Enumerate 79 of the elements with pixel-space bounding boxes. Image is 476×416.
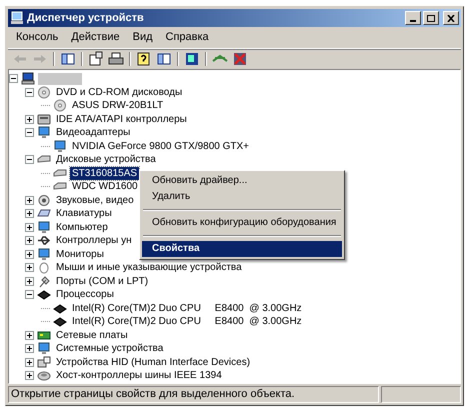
menu-option[interactable]: Обновить драйвер...	[142, 173, 342, 189]
expand-icon[interactable]	[25, 330, 34, 340]
expand-icon[interactable]	[25, 276, 34, 286]
disc-icon	[37, 86, 51, 99]
tree-item[interactable]: Intel(R) Core(TM)2 Duo CPU E8400 @ 3.00GHz	[70, 315, 304, 328]
tree-item[interactable]: Видеоадаптеры	[54, 126, 132, 140]
help-icon[interactable]	[136, 50, 152, 66]
collapse-icon[interactable]	[25, 88, 34, 97]
hid-icon	[37, 356, 51, 369]
menu-option[interactable]: Свойства	[142, 241, 342, 257]
tree-item[interactable]: Intel(R) Core(TM)2 Duo CPU E8400 @ 3.00GHz	[70, 302, 304, 315]
network-card-icon	[37, 328, 51, 342]
tree-item[interactable]: Мониторы	[54, 248, 106, 261]
monitor-icon	[37, 248, 51, 261]
pane-icon[interactable]	[60, 50, 76, 66]
chip-icon	[37, 288, 51, 302]
expand-icon[interactable]	[25, 236, 34, 246]
tree-item[interactable]: WDC WD1600	[70, 180, 140, 194]
properties-icon[interactable]	[88, 50, 104, 66]
tree-item[interactable]: Звуковые, видео	[54, 194, 136, 207]
tree-item[interactable]: Порты (COM и LPT)	[54, 274, 150, 288]
tree-item[interactable]: NVIDIA GeForce 9800 GTX/9800 GTX+	[70, 140, 252, 153]
tree-item[interactable]: ST3160815AS	[70, 166, 140, 180]
expand-icon[interactable]	[25, 196, 34, 205]
minimize-button[interactable]	[405, 11, 421, 25]
expand-icon[interactable]	[25, 222, 34, 232]
tree-item[interactable]: Клавиатуры	[54, 207, 114, 220]
close-button[interactable]	[443, 11, 459, 25]
menu-option[interactable]: Обновить конфигурацию оборудования	[142, 215, 342, 231]
collapse-icon[interactable]	[9, 74, 18, 84]
usb-icon	[37, 234, 51, 248]
chip-icon	[53, 315, 67, 328]
expand-icon[interactable]	[25, 263, 34, 272]
tree-item[interactable]: Сетевые платы	[54, 328, 130, 342]
tree-item[interactable]: DVD и CD-ROM дисководы	[54, 86, 184, 99]
menu-item[interactable]: Действие	[65, 29, 126, 46]
expand-icon[interactable]	[25, 250, 34, 259]
chip-icon	[53, 302, 67, 315]
disc-icon	[53, 99, 67, 112]
computer-icon	[10, 11, 24, 25]
close-icon	[447, 14, 455, 22]
expand-icon[interactable]	[25, 209, 34, 218]
menu-item[interactable]: Справка	[160, 29, 215, 46]
maximize-icon	[427, 14, 435, 22]
monitor-icon	[37, 220, 51, 234]
tree-item[interactable]: Компьютер	[54, 220, 110, 234]
tree-item[interactable]: ASUS DRW-20B1LT	[70, 99, 166, 112]
menu-item[interactable]: Вид	[126, 29, 159, 46]
tree-item[interactable]: Системные устройства	[54, 342, 166, 356]
menu-option[interactable]: Удалить	[142, 189, 342, 205]
controller-icon	[37, 112, 51, 126]
tree-item[interactable]: Процессоры	[54, 288, 116, 302]
collapse-icon[interactable]	[25, 128, 34, 138]
expand-icon[interactable]	[25, 358, 34, 367]
tree-item[interactable]: IDE ATA/ATAPI контроллеры	[54, 112, 189, 126]
computer-icon	[21, 72, 35, 86]
collapse-icon[interactable]	[25, 155, 34, 164]
tree-item[interactable]: Дисковые устройства	[54, 153, 158, 166]
window-title: Диспетчер устройств	[27, 10, 144, 26]
monitor-icon	[53, 140, 67, 153]
plug-icon	[37, 274, 51, 288]
monitor-icon	[37, 126, 51, 140]
expand-icon[interactable]	[25, 344, 34, 354]
speaker-icon	[37, 194, 51, 207]
tree-item[interactable]: Хост-контроллеры шины IEEE 1394	[54, 369, 224, 382]
tree-item[interactable]: Контроллеры ун	[54, 234, 134, 248]
printer-icon[interactable]	[108, 50, 124, 66]
pane-icon[interactable]	[156, 50, 172, 66]
tree-item[interactable]: Устройства HID (Human Interface Devices)	[54, 356, 252, 369]
mouse-icon	[37, 261, 51, 274]
maximize-button[interactable]	[423, 11, 439, 25]
collapse-icon[interactable]	[25, 290, 34, 300]
uninstall-icon[interactable]	[232, 50, 248, 66]
status-text: Открытие страницы свойств для выделенного объекта.	[8, 386, 379, 403]
tree-item[interactable]: Мыши и иные указывающие устройства	[54, 261, 244, 274]
expand-icon[interactable]	[25, 371, 34, 380]
monitor-icon	[37, 342, 51, 356]
menu-item[interactable]: Консоль	[10, 29, 64, 46]
expand-icon[interactable]	[25, 114, 34, 124]
